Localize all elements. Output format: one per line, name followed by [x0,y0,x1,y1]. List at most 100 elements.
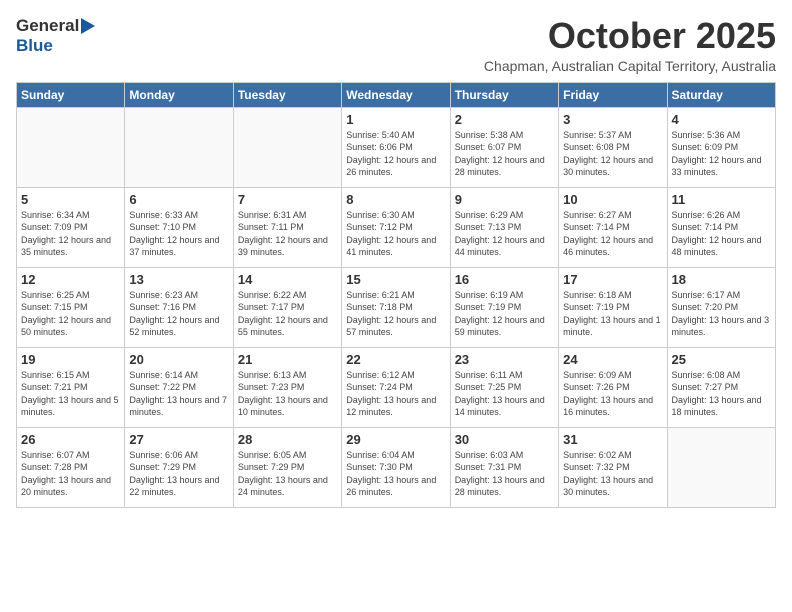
logo: General Blue [16,16,95,56]
calendar-week-row: 5 Sunrise: 6:34 AM Sunset: 7:09 PM Daylig… [17,187,776,267]
day-info: Sunrise: 6:15 AM Sunset: 7:21 PM Dayligh… [21,369,120,419]
calendar-weekday-thursday: Thursday [450,82,558,107]
calendar-cell: 14 Sunrise: 6:22 AM Sunset: 7:17 PM Dayli… [233,267,341,347]
month-year: October 2025 [484,16,776,56]
day-info: Sunrise: 6:27 AM Sunset: 7:14 PM Dayligh… [563,209,662,259]
calendar-cell: 29 Sunrise: 6:04 AM Sunset: 7:30 PM Dayli… [342,427,450,507]
calendar-cell: 16 Sunrise: 6:19 AM Sunset: 7:19 PM Dayli… [450,267,558,347]
logo-blue: Blue [16,36,53,55]
calendar-cell: 27Sunrise: 6:06 AM Sunset: 7:29 PM Dayli… [125,427,233,507]
day-number: 24 [563,352,662,367]
page-header: General Blue October 2025 Chapman, Austr… [16,16,776,74]
day-info: Sunrise: 6:04 AM Sunset: 7:30 PM Dayligh… [346,449,445,499]
calendar-cell: 4 Sunrise: 5:36 AM Sunset: 6:09 PM Daylig… [667,107,775,187]
day-info: Sunrise: 6:14 AM Sunset: 7:22 PM Dayligh… [129,369,228,419]
calendar-cell: 17 Sunrise: 6:18 AM Sunset: 7:19 PM Dayli… [559,267,667,347]
title-section: October 2025 Chapman, Australian Capital… [484,16,776,74]
calendar-cell: 24Sunrise: 6:09 AM Sunset: 7:26 PM Dayli… [559,347,667,427]
day-info: Sunrise: 6:19 AM Sunset: 7:19 PM Dayligh… [455,289,554,339]
day-info: Sunrise: 6:33 AM Sunset: 7:10 PM Dayligh… [129,209,228,259]
day-info: Sunrise: 5:38 AM Sunset: 6:07 PM Dayligh… [455,129,554,179]
calendar-cell: 19 Sunrise: 6:15 AM Sunset: 7:21 PM Dayli… [17,347,125,427]
calendar-cell: 3Sunrise: 5:37 AM Sunset: 6:08 PM Daylig… [559,107,667,187]
calendar-cell [125,107,233,187]
day-number: 12 [21,272,120,287]
logo-arrow-icon [81,18,95,34]
day-number: 19 [21,352,120,367]
calendar-weekday-sunday: Sunday [17,82,125,107]
calendar-cell: 13 Sunrise: 6:23 AM Sunset: 7:16 PM Dayli… [125,267,233,347]
day-info: Sunrise: 6:29 AM Sunset: 7:13 PM Dayligh… [455,209,554,259]
calendar-weekday-friday: Friday [559,82,667,107]
calendar-cell: 9 Sunrise: 6:29 AM Sunset: 7:13 PM Daylig… [450,187,558,267]
calendar-cell: 12Sunrise: 6:25 AM Sunset: 7:15 PM Dayli… [17,267,125,347]
calendar-cell: 10Sunrise: 6:27 AM Sunset: 7:14 PM Dayli… [559,187,667,267]
calendar-week-row: 26 Sunrise: 6:07 AM Sunset: 7:28 PM Dayli… [17,427,776,507]
day-number: 14 [238,272,337,287]
calendar-cell: 11Sunrise: 6:26 AM Sunset: 7:14 PM Dayli… [667,187,775,267]
day-number: 9 [455,192,554,207]
day-info: Sunrise: 6:31 AM Sunset: 7:11 PM Dayligh… [238,209,337,259]
calendar-weekday-tuesday: Tuesday [233,82,341,107]
day-info: Sunrise: 5:36 AM Sunset: 6:09 PM Dayligh… [672,129,771,179]
calendar-cell: 23 Sunrise: 6:11 AM Sunset: 7:25 PM Dayli… [450,347,558,427]
day-number: 31 [563,432,662,447]
calendar-cell: 6Sunrise: 6:33 AM Sunset: 7:10 PM Daylig… [125,187,233,267]
day-number: 3 [563,112,662,127]
day-number: 4 [672,112,771,127]
day-number: 15 [346,272,445,287]
day-info: Sunrise: 6:12 AM Sunset: 7:24 PM Dayligh… [346,369,445,419]
day-info: Sunrise: 6:17 AM Sunset: 7:20 PM Dayligh… [672,289,771,339]
calendar-cell: 22 Sunrise: 6:12 AM Sunset: 7:24 PM Dayli… [342,347,450,427]
day-info: Sunrise: 6:02 AM Sunset: 7:32 PM Dayligh… [563,449,662,499]
location: Chapman, Australian Capital Territory, A… [484,58,776,74]
day-number: 26 [21,432,120,447]
logo-general: General [16,16,79,36]
day-info: Sunrise: 6:30 AM Sunset: 7:12 PM Dayligh… [346,209,445,259]
day-number: 1 [346,112,445,127]
calendar-weekday-saturday: Saturday [667,82,775,107]
day-info: Sunrise: 6:23 AM Sunset: 7:16 PM Dayligh… [129,289,228,339]
day-info: Sunrise: 6:22 AM Sunset: 7:17 PM Dayligh… [238,289,337,339]
calendar-week-row: 1Sunrise: 5:40 AM Sunset: 6:06 PM Daylig… [17,107,776,187]
day-number: 16 [455,272,554,287]
day-info: Sunrise: 6:13 AM Sunset: 7:23 PM Dayligh… [238,369,337,419]
calendar-cell: 26 Sunrise: 6:07 AM Sunset: 7:28 PM Dayli… [17,427,125,507]
day-number: 25 [672,352,771,367]
day-number: 30 [455,432,554,447]
calendar-cell: 21 Sunrise: 6:13 AM Sunset: 7:23 PM Dayli… [233,347,341,427]
calendar-cell: 18Sunrise: 6:17 AM Sunset: 7:20 PM Dayli… [667,267,775,347]
calendar-cell: 1Sunrise: 5:40 AM Sunset: 6:06 PM Daylig… [342,107,450,187]
day-info: Sunrise: 6:08 AM Sunset: 7:27 PM Dayligh… [672,369,771,419]
calendar-cell: 28Sunrise: 6:05 AM Sunset: 7:29 PM Dayli… [233,427,341,507]
day-number: 22 [346,352,445,367]
day-number: 27 [129,432,228,447]
day-number: 17 [563,272,662,287]
day-number: 20 [129,352,228,367]
day-number: 13 [129,272,228,287]
calendar-week-row: 12Sunrise: 6:25 AM Sunset: 7:15 PM Dayli… [17,267,776,347]
day-number: 29 [346,432,445,447]
day-number: 28 [238,432,337,447]
calendar-cell: 30 Sunrise: 6:03 AM Sunset: 7:31 PM Dayli… [450,427,558,507]
calendar-cell: 15Sunrise: 6:21 AM Sunset: 7:18 PM Dayli… [342,267,450,347]
calendar-table: SundayMondayTuesdayWednesdayThursdayFrid… [16,82,776,508]
day-info: Sunrise: 6:07 AM Sunset: 7:28 PM Dayligh… [21,449,120,499]
calendar-cell: 8Sunrise: 6:30 AM Sunset: 7:12 PM Daylig… [342,187,450,267]
day-info: Sunrise: 6:18 AM Sunset: 7:19 PM Dayligh… [563,289,662,339]
calendar-cell: 2Sunrise: 5:38 AM Sunset: 6:07 PM Daylig… [450,107,558,187]
calendar-cell [667,427,775,507]
calendar-cell: 7Sunrise: 6:31 AM Sunset: 7:11 PM Daylig… [233,187,341,267]
calendar-cell: 20 Sunrise: 6:14 AM Sunset: 7:22 PM Dayli… [125,347,233,427]
day-info: Sunrise: 6:11 AM Sunset: 7:25 PM Dayligh… [455,369,554,419]
day-info: Sunrise: 6:26 AM Sunset: 7:14 PM Dayligh… [672,209,771,259]
calendar-cell: 5 Sunrise: 6:34 AM Sunset: 7:09 PM Daylig… [17,187,125,267]
day-info: Sunrise: 6:03 AM Sunset: 7:31 PM Dayligh… [455,449,554,499]
day-info: Sunrise: 6:34 AM Sunset: 7:09 PM Dayligh… [21,209,120,259]
day-number: 5 [21,192,120,207]
day-number: 21 [238,352,337,367]
calendar-cell: 31 Sunrise: 6:02 AM Sunset: 7:32 PM Dayli… [559,427,667,507]
calendar-week-row: 19 Sunrise: 6:15 AM Sunset: 7:21 PM Dayli… [17,347,776,427]
day-number: 23 [455,352,554,367]
calendar-cell: 25 Sunrise: 6:08 AM Sunset: 7:27 PM Dayli… [667,347,775,427]
